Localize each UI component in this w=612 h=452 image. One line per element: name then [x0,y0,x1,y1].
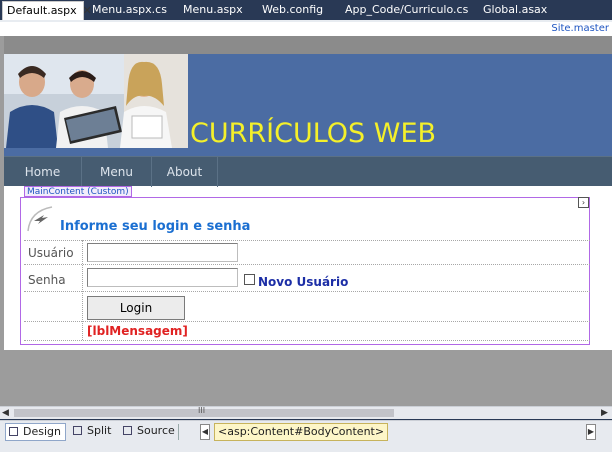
tab-curriculo-cs[interactable]: App_Code/Curriculo.cs [341,1,472,20]
table-grid-line [24,264,590,265]
login-button[interactable]: Login [87,296,185,320]
tab-label: Web.config [262,3,324,16]
scrollbar-grip-icon: III [198,406,206,415]
message-label: [lblMensagem] [87,324,188,338]
tab-label: Default.aspx [7,4,77,17]
tag-breadcrumb[interactable]: <asp:Content#BodyContent> [214,423,389,441]
username-label: Usuário [28,246,74,260]
master-page-link[interactable]: Site.master [548,22,612,36]
table-grid-line [24,240,590,241]
source-view-icon [123,426,132,435]
scroll-left-icon[interactable]: ◀ [2,408,9,418]
password-label: Senha [28,273,66,287]
login-heading: Informe seu login e senha [60,219,251,234]
password-input[interactable] [87,268,238,287]
document-tab-strip: Default.aspx ✕ Menu.aspx.cs Menu.aspx Web… [0,0,612,20]
design-view-label: Design [23,425,61,438]
tab-label: Global.asax [483,3,548,16]
scroll-right-icon[interactable]: ▶ [601,408,608,418]
people-photo-icon [4,54,188,148]
content-placeholder-label: MainContent (Custom) [24,186,132,197]
tab-menu-aspx-cs[interactable]: Menu.aspx.cs [88,1,171,20]
split-view-icon [73,426,82,435]
tab-menu-aspx[interactable]: Menu.aspx [179,1,247,20]
tab-web-config[interactable]: Web.config [258,1,327,20]
table-grid-line [24,321,590,322]
design-view-icon [9,427,18,436]
username-input[interactable] [87,243,238,262]
tab-default-aspx[interactable]: Default.aspx ✕ [2,1,92,20]
source-view-button[interactable]: Source [120,423,179,441]
site-title: CURRÍCULOS WEB [190,118,437,149]
page-bottom-area [4,350,612,400]
table-grid-line [82,240,83,340]
master-page-bar [0,22,612,36]
nav-menu: Home Menu About [4,156,612,187]
breadcrumb-right-icon[interactable]: ▶ [586,424,596,440]
menu-item-about[interactable]: About [152,157,218,187]
split-view-button[interactable]: Split [70,423,115,441]
smart-tag-icon[interactable]: › [578,197,589,208]
design-view-button[interactable]: Design [5,423,66,441]
source-view-label: Source [137,424,175,437]
tab-global-asax[interactable]: Global.asax [479,1,551,20]
menu-item-menu[interactable]: Menu [82,157,152,187]
view-bar-separator [178,424,179,440]
tab-label: Menu.aspx [183,3,243,16]
header-photo [4,54,188,148]
new-user-checkbox[interactable] [244,274,255,285]
page-top-band [4,36,612,54]
menu-item-home[interactable]: Home [4,157,82,187]
table-grid-line [24,291,590,292]
table-grid-line [24,340,590,341]
tab-label: App_Code/Curriculo.cs [345,3,469,16]
tab-label: Menu.aspx.cs [92,3,167,16]
login-icon [26,205,56,233]
split-view-label: Split [87,424,112,437]
new-user-link[interactable]: Novo Usuário [258,275,348,289]
breadcrumb-left-icon[interactable]: ◀ [200,424,210,440]
